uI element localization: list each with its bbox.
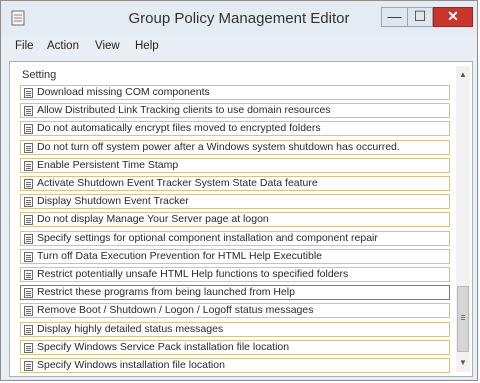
policy-setting-icon	[24, 161, 33, 171]
menu-bar: File Action View Help	[1, 37, 477, 57]
settings-pane: Setting Download missing COM components A…	[9, 61, 473, 377]
list-item[interactable]: Restrict these programs from being launc…	[20, 285, 450, 300]
policy-setting-icon	[24, 343, 33, 353]
grip-icon	[461, 315, 465, 316]
list-item[interactable]: Display highly detailed status messages	[20, 322, 450, 337]
list-item-label: Allow Distributed Link Tracking clients …	[37, 104, 331, 116]
menu-file[interactable]: File	[15, 40, 34, 52]
list-item-label: Restrict these programs from being launc…	[37, 286, 295, 298]
list-item-label: Turn off Data Execution Prevention for H…	[37, 250, 322, 262]
policy-setting-icon	[24, 197, 33, 207]
policy-setting-icon	[24, 306, 33, 316]
list-item[interactable]: Allow Distributed Link Tracking clients …	[20, 103, 450, 118]
editor-window: Group Policy Management Editor — ☐ ✕ Fil…	[0, 0, 478, 381]
minimize-button[interactable]: —	[381, 7, 407, 27]
list-item[interactable]: Activate Shutdown Event Tracker System S…	[20, 176, 450, 191]
list-item-label: Do not display Manage Your Server page a…	[37, 213, 269, 225]
menu-help[interactable]: Help	[135, 40, 159, 52]
list-item-label: Display Shutdown Event Tracker	[37, 195, 189, 207]
list-item[interactable]: Enable Persistent Time Stamp	[20, 158, 450, 173]
list-item[interactable]: Download missing COM components	[20, 85, 450, 100]
list-item[interactable]: Do not automatically encrypt files moved…	[20, 121, 450, 136]
policy-setting-icon	[24, 270, 33, 280]
list-item[interactable]: Turn off Data Execution Prevention for H…	[20, 249, 450, 264]
policy-setting-icon	[24, 325, 33, 335]
list-item[interactable]: Do not display Manage Your Server page a…	[20, 212, 450, 227]
policy-setting-icon	[24, 252, 33, 262]
list-item-label: Specify settings for optional component …	[37, 232, 378, 244]
menu-action[interactable]: Action	[47, 40, 79, 52]
list-item[interactable]: Do not turn off system power after a Win…	[20, 140, 450, 155]
list-item[interactable]: Restrict potentially unsafe HTML Help fu…	[20, 267, 450, 282]
maximize-button[interactable]: ☐	[407, 7, 433, 27]
scroll-thumb[interactable]	[457, 286, 469, 352]
list-item-label: Enable Persistent Time Stamp	[37, 159, 179, 171]
policy-setting-icon	[24, 215, 33, 225]
list-item[interactable]: Specify Windows installation file locati…	[20, 358, 450, 373]
scroll-down-icon[interactable]: ▼	[456, 356, 470, 370]
list-item[interactable]: Specify settings for optional component …	[20, 231, 450, 246]
scroll-up-icon[interactable]: ▲	[456, 68, 470, 82]
list-item-label: Restrict potentially unsafe HTML Help fu…	[37, 268, 349, 280]
list-item-label: Do not turn off system power after a Win…	[37, 141, 400, 153]
list-item[interactable]: Remove Boot / Shutdown / Logon / Logoff …	[20, 303, 450, 318]
list-item-label: Specify Windows Service Pack installatio…	[37, 341, 290, 353]
policy-setting-icon	[24, 88, 33, 98]
policy-setting-icon	[24, 288, 33, 298]
list-item-label: Display highly detailed status messages	[37, 323, 224, 335]
policy-setting-icon	[24, 234, 33, 244]
title-bar[interactable]: Group Policy Management Editor — ☐ ✕	[1, 1, 477, 35]
policy-setting-icon	[24, 143, 33, 153]
policy-setting-icon	[24, 124, 33, 134]
list-item-label: Download missing COM components	[37, 86, 210, 98]
vertical-scrollbar[interactable]: ▲ ▼	[456, 66, 470, 372]
close-button[interactable]: ✕	[433, 7, 473, 27]
list-item-label: Remove Boot / Shutdown / Logon / Logoff …	[37, 304, 314, 316]
list-item[interactable]: Specify Windows Service Pack installatio…	[20, 340, 450, 355]
list-item-label: Do not automatically encrypt files moved…	[37, 122, 321, 134]
policy-setting-icon	[24, 361, 33, 371]
list-item-label: Specify Windows installation file locati…	[37, 359, 225, 371]
menu-view[interactable]: View	[95, 40, 120, 52]
policy-setting-icon	[24, 106, 33, 116]
list-item-label: Activate Shutdown Event Tracker System S…	[37, 177, 318, 189]
setting-column-header[interactable]: Setting	[22, 69, 56, 81]
policy-setting-icon	[24, 179, 33, 189]
list-item[interactable]: Display Shutdown Event Tracker	[20, 194, 450, 209]
